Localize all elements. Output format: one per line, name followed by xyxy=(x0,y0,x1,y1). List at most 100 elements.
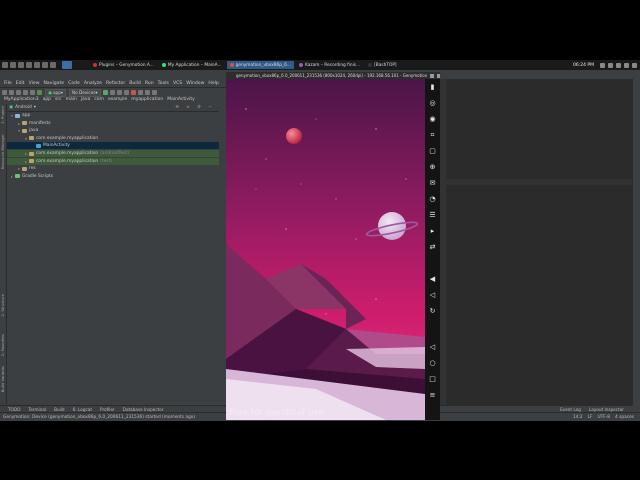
share-icon[interactable]: ⇄ xyxy=(429,244,436,251)
menu-view[interactable]: View xyxy=(29,81,40,86)
stop-icon[interactable] xyxy=(130,90,136,95)
network-icon[interactable]: ⊕ xyxy=(429,164,436,171)
build-hammer-icon[interactable] xyxy=(37,90,42,95)
tree-item[interactable]: ▸ res xyxy=(7,165,219,172)
redo-icon[interactable] xyxy=(30,90,35,95)
editor-icon[interactable] xyxy=(26,62,32,68)
terminal-icon[interactable] xyxy=(10,62,16,68)
profile-icon[interactable] xyxy=(116,90,122,95)
search-icon[interactable] xyxy=(151,90,157,95)
line-separator[interactable]: LF xyxy=(588,415,593,420)
disk-icon[interactable]: ◔ xyxy=(429,196,436,203)
breadcrumb-item[interactable]: java xyxy=(81,97,90,102)
menu-build[interactable]: Build xyxy=(129,81,141,86)
run-icon[interactable] xyxy=(102,90,108,95)
emulator-screen[interactable]: Free for personal use xyxy=(226,79,425,420)
close-icon[interactable] xyxy=(437,73,440,78)
media-icon[interactable]: ▸ xyxy=(429,228,436,235)
tree-item[interactable]: ▾ com.example.myapplication xyxy=(7,135,219,142)
bluetooth-tray-icon[interactable] xyxy=(616,62,621,68)
avd-manager-icon[interactable] xyxy=(137,90,143,95)
menu-icon[interactable]: ≡ xyxy=(429,392,436,399)
rotate-icon[interactable]: ↻ xyxy=(429,308,436,315)
workspace-switcher-icon[interactable] xyxy=(62,61,72,69)
breadcrumb-item[interactable]: myapplication xyxy=(131,97,163,102)
menu-navigate[interactable]: Navigate xyxy=(44,81,65,86)
sync-icon[interactable] xyxy=(16,90,21,95)
breadcrumb-item[interactable]: example xyxy=(108,97,127,102)
mail-icon[interactable] xyxy=(50,62,56,68)
left-tool-tab[interactable]: Build Variants xyxy=(0,366,6,392)
tree-item[interactable]: ▸ com.example.myapplication (androidTest) xyxy=(7,150,219,157)
tree-item[interactable]: ▾ app xyxy=(7,112,219,119)
attach-icon[interactable] xyxy=(123,90,129,95)
taskbar-task[interactable]: My Application – MainA... xyxy=(159,61,225,69)
menu-refactor[interactable]: Refactor xyxy=(106,81,125,86)
id-icon[interactable]: ▢ xyxy=(429,148,436,155)
breadcrumb-item[interactable]: MainActivity xyxy=(167,97,195,102)
save-icon[interactable] xyxy=(9,90,14,95)
taskbar-task[interactable]: Kazam – Recording finis... xyxy=(296,61,363,69)
menu-tools[interactable]: Tools xyxy=(158,81,169,86)
left-tool-tab[interactable]: 1: Project xyxy=(0,106,6,124)
battery-icon[interactable]: ▮ xyxy=(429,84,436,91)
undo-icon[interactable] xyxy=(23,90,28,95)
menu-help[interactable]: Help xyxy=(208,81,218,86)
tree-item[interactable]: ▸ com.example.myapplication (test) xyxy=(7,157,219,165)
taskbar-task[interactable]: [BashTOP] xyxy=(365,61,400,69)
tree-item[interactable]: ▸ Gradle Scripts xyxy=(7,173,219,180)
tree-item[interactable]: ▾ java xyxy=(7,127,219,134)
breadcrumb-item[interactable]: src xyxy=(55,97,62,102)
tree-item[interactable]: ▸ manifests xyxy=(7,120,219,127)
volume-tray-icon[interactable] xyxy=(608,62,613,68)
menu-edit[interactable]: Edit xyxy=(16,81,25,86)
menu-analyze[interactable]: Analyze xyxy=(84,81,102,86)
volume-up-icon[interactable]: ◀ xyxy=(429,276,436,283)
breadcrumb-item[interactable]: MyApplication3 xyxy=(4,97,39,102)
remote-control-icon[interactable]: ⌗ xyxy=(429,132,436,139)
breadcrumb-item[interactable]: com xyxy=(94,97,104,102)
settings-icon[interactable] xyxy=(42,62,48,68)
panel-actions[interactable]: ⊕ ≑ ⚙ − xyxy=(175,105,215,110)
breadcrumb-item[interactable]: app xyxy=(43,97,51,102)
current-line-highlight xyxy=(446,179,632,185)
project-view-select[interactable]: Android xyxy=(15,105,32,110)
menu-file[interactable]: File xyxy=(4,81,12,86)
cursor-position[interactable]: 14:2 xyxy=(573,415,583,420)
left-tool-tab[interactable]: 2: Structure xyxy=(0,294,6,317)
menu-run[interactable]: Run xyxy=(145,81,154,86)
camera-icon[interactable]: ◉ xyxy=(429,116,436,123)
sdk-manager-icon[interactable] xyxy=(144,90,150,95)
taskbar-task[interactable]: Plugins – Genymotion A... xyxy=(90,61,157,69)
recent-apps-icon[interactable]: □ xyxy=(429,376,436,383)
chevron-down-icon[interactable]: ▾ xyxy=(34,105,36,110)
browser-icon[interactable] xyxy=(34,62,40,68)
breadcrumb-item[interactable]: main xyxy=(66,97,77,102)
gps-icon[interactable]: ◎ xyxy=(429,100,436,107)
network-tray-icon[interactable] xyxy=(600,62,605,68)
left-tool-tab[interactable]: 2: Favorites xyxy=(0,334,6,356)
volume-down-icon[interactable]: ◁ xyxy=(429,292,436,299)
power-tray-icon[interactable] xyxy=(632,62,637,68)
indent-setting[interactable]: 4 spaces xyxy=(615,415,634,420)
file-encoding[interactable]: UTF-8 xyxy=(598,415,611,420)
minimize-icon[interactable] xyxy=(430,73,435,78)
identifiers-icon[interactable]: ☰ xyxy=(429,212,436,219)
menu-vcs[interactable]: VCS xyxy=(173,81,182,86)
open-folder-icon[interactable] xyxy=(2,90,7,95)
files-icon[interactable] xyxy=(18,62,24,68)
debug-icon[interactable] xyxy=(109,90,115,95)
left-tool-tab[interactable]: Resource Manager xyxy=(0,134,6,169)
menu-window[interactable]: Window xyxy=(186,81,204,86)
sms-icon[interactable]: ✉ xyxy=(429,180,436,187)
battery-tray-icon[interactable] xyxy=(624,62,629,68)
home-icon[interactable]: ○ xyxy=(429,360,436,367)
menu-code[interactable]: Code xyxy=(68,81,80,86)
app-launcher-icon[interactable] xyxy=(2,62,8,68)
watermark-text: Free for personal use xyxy=(229,408,324,418)
editor-area[interactable] xyxy=(440,79,632,405)
tree-item[interactable]: MainActivity xyxy=(7,142,219,150)
back-icon[interactable]: ◁ xyxy=(429,344,436,351)
taskbar-task[interactable]: genymotion_vbox86p_6... xyxy=(226,61,294,69)
emulator-title-bar: genymotion_vbox86p_6.0_200611_231536 (80… xyxy=(226,72,440,79)
